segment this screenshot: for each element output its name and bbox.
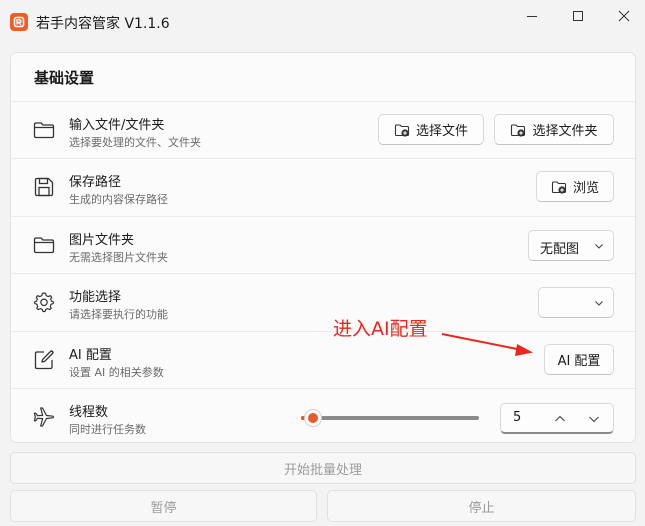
annotation-arrow-icon: [441, 333, 533, 356]
pause-button[interactable]: 暂停: [10, 490, 317, 522]
stop-button[interactable]: 停止: [327, 490, 636, 522]
app-window: 若手内容管家 V1.1.6 基础设置 输入文件/文件夹 选择要处理的文件、文件夹: [0, 0, 645, 526]
start-batch-button[interactable]: 开始批量处理: [10, 452, 636, 484]
